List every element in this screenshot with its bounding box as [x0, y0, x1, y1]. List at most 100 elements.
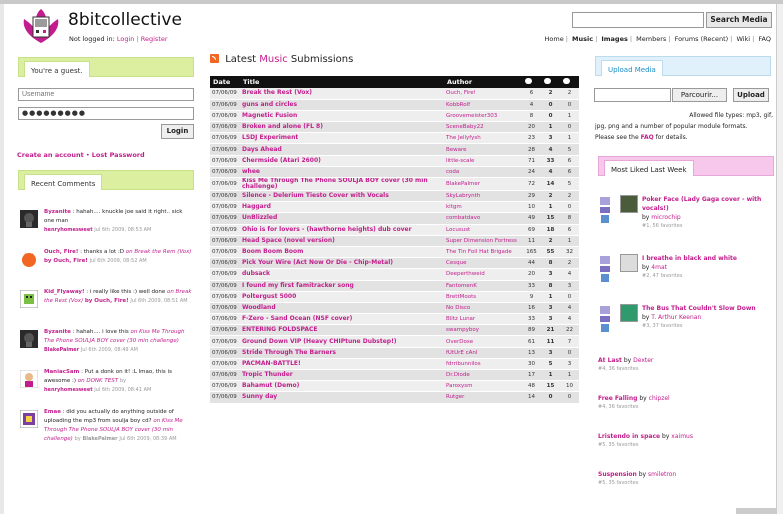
track-author[interactable]: smiletron: [648, 471, 676, 478]
table-row[interactable]: 07/06/09 Magnetic Fusion Groovemeister303 8…: [210, 110, 579, 123]
table-row[interactable]: 07/06/09 dubsack Deeperthweid 20 3 4: [210, 268, 579, 281]
comment-user[interactable]: ManiacSam: [44, 369, 79, 375]
cell-author[interactable]: Locusust: [444, 224, 522, 236]
cell-title[interactable]: Stride Through The Barners: [240, 347, 444, 359]
register-link[interactable]: Register: [141, 35, 168, 43]
cell-title[interactable]: guns and circles: [240, 99, 444, 111]
cell-author[interactable]: combatdavo: [444, 212, 522, 225]
cell-title[interactable]: Tropic Thunder: [240, 369, 444, 382]
comment-by[interactable]: by Ouch, Fire!: [85, 298, 129, 304]
table-row[interactable]: 07/06/09 Pick Your Wire (Act Now Or Die -…: [210, 257, 579, 270]
cell-author[interactable]: OverDose: [444, 335, 522, 348]
table-row[interactable]: 07/06/09 Stride Through The Barners fUtUrE…: [210, 347, 579, 359]
table-row[interactable]: 07/06/09 Break the Rest (Vox) Ouch, Fire! 6…: [210, 88, 579, 100]
table-row[interactable]: 07/06/09 Chermside (Atari 2600) little-sca…: [210, 155, 579, 167]
cell-author[interactable]: Paroxysm: [444, 380, 522, 393]
track-author[interactable]: T. Arthur Keenan: [651, 314, 701, 321]
col-plays[interactable]: [522, 76, 541, 88]
cell-title[interactable]: Pick Your Wire (Act Now Or Die - Chip-Me…: [240, 257, 444, 270]
cell-title[interactable]: Poltergust 5000: [240, 291, 444, 303]
search-input[interactable]: [572, 12, 704, 28]
upload-media-tab-label[interactable]: Upload Media: [601, 60, 663, 76]
user-avatar-icon[interactable]: [20, 370, 38, 388]
cell-title[interactable]: UnBlizzled: [240, 212, 444, 225]
table-row[interactable]: 07/06/09 PACMAN-BATTLE! fdrribunnilos 30 5 3: [210, 358, 579, 371]
login-link[interactable]: Login: [117, 35, 135, 43]
table-row[interactable]: 07/06/09 LSDJ Experiment The Jellyfysh 23 3 1: [210, 132, 579, 145]
track-title[interactable]: Lristendo in space: [598, 433, 660, 440]
site-name[interactable]: 8bitcollective: [68, 10, 182, 30]
track-title[interactable]: The Bus That Couldn't Slow Down: [642, 305, 756, 312]
horizontal-scrollbar[interactable]: [736, 508, 776, 514]
cell-author[interactable]: KobbRolf: [444, 99, 522, 111]
track-title[interactable]: I breathe in black and white: [642, 255, 737, 262]
site-logo-icon[interactable]: [20, 7, 62, 45]
table-row[interactable]: 07/06/09 Kiss Me Through The Phone SOULJA…: [210, 177, 579, 191]
user-avatar-icon[interactable]: [20, 290, 38, 308]
track-author[interactable]: chipzel: [649, 395, 670, 402]
table-row[interactable]: 07/06/09 Tropic Thunder Dr.Diode 17 1 1: [210, 369, 579, 382]
table-row[interactable]: 07/06/09 UnBlizzled combatdavo 49 15 8: [210, 212, 579, 225]
user-avatar-icon[interactable]: [20, 330, 38, 348]
lost-password-link[interactable]: Lost Password: [92, 151, 145, 159]
nav-members[interactable]: Members: [636, 35, 666, 43]
cell-author[interactable]: SceneBaby22: [444, 121, 522, 134]
table-row[interactable]: 07/06/09 Bahamut (Demo) Paroxysm 48 15 10: [210, 380, 579, 393]
table-row[interactable]: 07/06/09 Ground Down VIP (Heavy CHIPtune …: [210, 335, 579, 348]
nav-wiki[interactable]: Wiki: [736, 35, 750, 43]
track-title[interactable]: At Last: [598, 357, 622, 364]
cell-author[interactable]: Deeperthweid: [444, 268, 522, 281]
nav-forums[interactable]: Forums (Recent): [675, 35, 729, 43]
track-title[interactable]: Suspension: [598, 471, 637, 478]
track-author[interactable]: Dexter: [633, 357, 653, 364]
col-comments[interactable]: [541, 76, 560, 88]
track-title[interactable]: Free Falling: [598, 395, 637, 402]
cell-author[interactable]: Beware: [444, 143, 522, 156]
cell-title[interactable]: LSDJ Experiment: [240, 132, 444, 145]
comment-user[interactable]: Ouch, Fire!: [44, 249, 78, 255]
table-row[interactable]: 07/06/09 Poltergust 5000 BrettMoots 9 1 0: [210, 291, 579, 303]
track-author[interactable]: xaimus: [671, 433, 693, 440]
cell-title[interactable]: Woodland: [240, 302, 444, 315]
cell-title[interactable]: Break the Rest (Vox): [240, 88, 444, 100]
track-thumbnail[interactable]: [620, 195, 638, 213]
cell-title[interactable]: Head Space (novel version): [240, 235, 444, 247]
user-avatar-icon[interactable]: [20, 210, 38, 228]
cell-author[interactable]: BrettMoots: [444, 291, 522, 303]
table-row[interactable]: 07/06/09 Sunny day Rutger 14 0 0: [210, 391, 579, 404]
table-row[interactable]: 07/06/09 Silence - Delerium Tiesto Cover …: [210, 190, 579, 203]
cell-author[interactable]: Blitz Lunar: [444, 313, 522, 326]
table-row[interactable]: 07/06/09 ENTERING FOLDSPACE swampyboy 89 21 2…: [210, 324, 579, 337]
cell-title[interactable]: Ground Down VIP (Heavy CHIPtune Dubstep!…: [240, 335, 444, 348]
cell-title[interactable]: Kiss Me Through The Phone SOULJA BOY cov…: [240, 177, 444, 191]
cell-title[interactable]: Magnetic Fusion: [240, 110, 444, 123]
comment-by[interactable]: by Ouch, Fire!: [44, 258, 88, 264]
cell-title[interactable]: ENTERING FOLDSPACE: [240, 324, 444, 337]
cell-title[interactable]: Chermside (Atari 2600): [240, 155, 444, 167]
cell-title[interactable]: Boom Boom Boom: [240, 246, 444, 259]
cell-author[interactable]: BlakePalmer: [444, 177, 522, 191]
cell-title[interactable]: Days Ahead: [240, 143, 444, 156]
cell-title[interactable]: Silence - Delerium Tiesto Cover with Voc…: [240, 190, 444, 203]
cell-title[interactable]: dubsack: [240, 268, 444, 281]
comment-meta-user[interactable]: henryhomesweet: [44, 387, 93, 393]
user-avatar-icon[interactable]: [20, 410, 38, 428]
faq-link[interactable]: FAQ: [641, 134, 654, 141]
rss-icon[interactable]: [210, 54, 219, 63]
col-favorites[interactable]: [560, 76, 579, 88]
file-path-input[interactable]: [594, 88, 671, 102]
nav-music[interactable]: Music: [572, 35, 593, 43]
track-author[interactable]: 4mat: [651, 264, 667, 271]
table-row[interactable]: 07/06/09 Broken and alone (FL 8) SceneBaby…: [210, 121, 579, 134]
track-author[interactable]: microchip: [651, 214, 680, 221]
cell-title[interactable]: Ohio is for lovers - (hawthorne heights)…: [240, 224, 444, 236]
comment-user[interactable]: Emae: [44, 409, 61, 415]
cell-title[interactable]: Haggard: [240, 201, 444, 214]
cell-author[interactable]: fUtUrE cAnl: [444, 347, 522, 359]
cell-title[interactable]: Sunny day: [240, 391, 444, 404]
cell-author[interactable]: Rutger: [444, 391, 522, 404]
table-row[interactable]: 07/06/09 I found my first famitracker son…: [210, 280, 579, 292]
cell-title[interactable]: PACMAN-BATTLE!: [240, 358, 444, 371]
table-row[interactable]: 07/06/09 Ohio is for lovers - (hawthorne …: [210, 224, 579, 236]
cell-author[interactable]: little-scale: [444, 155, 522, 167]
